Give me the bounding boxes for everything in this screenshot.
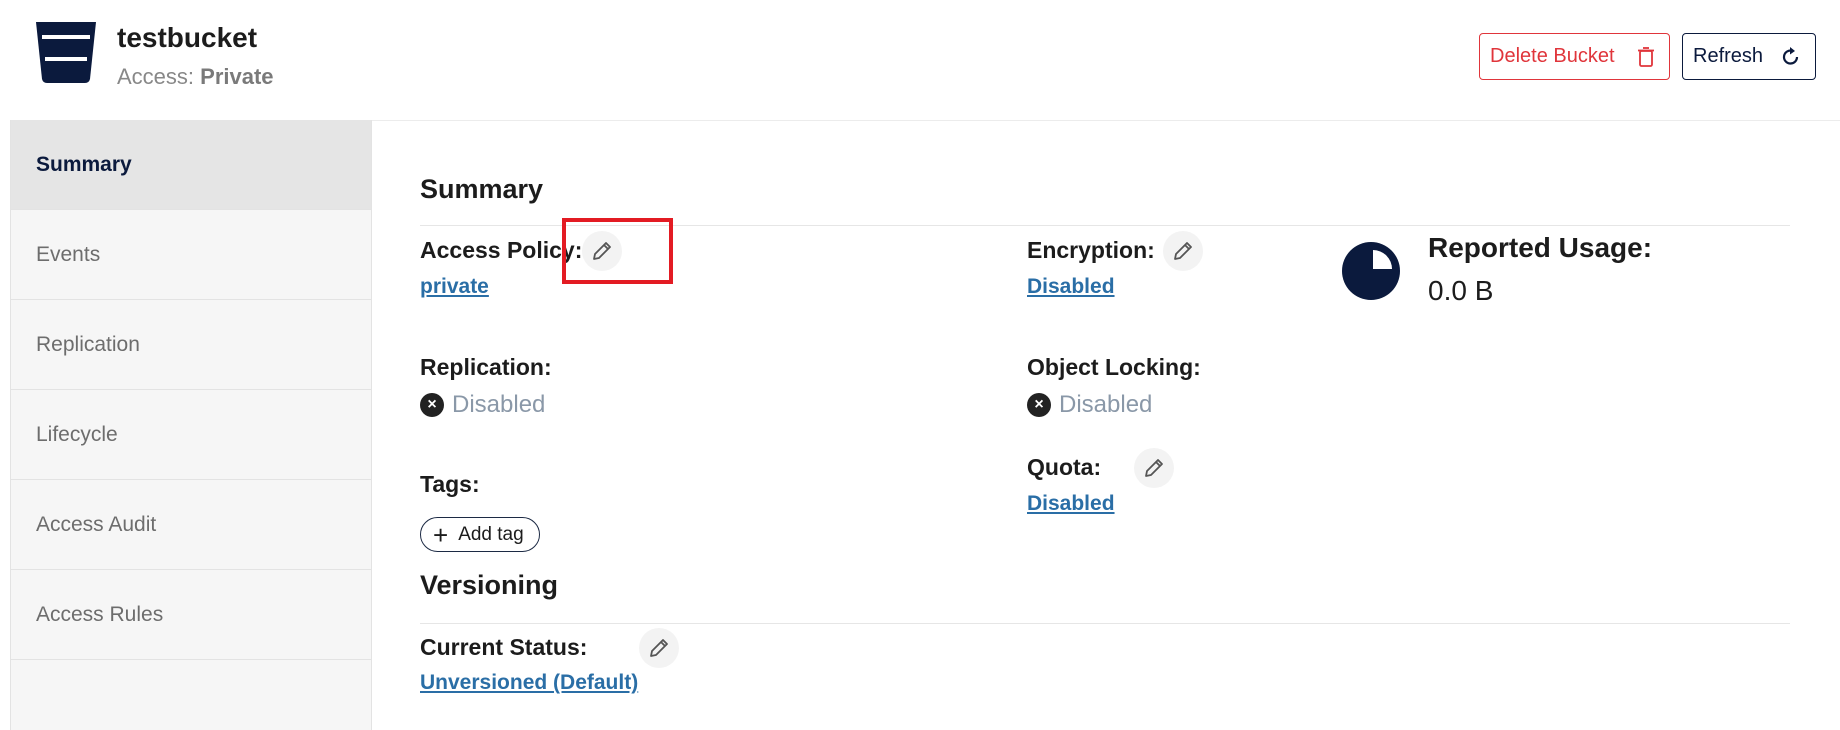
x-circle-icon: × <box>1027 393 1051 417</box>
versioning-status-link[interactable]: Unversioned (Default) <box>420 671 638 695</box>
highlight-box <box>562 218 673 284</box>
reported-usage-value: 0.0 B <box>1428 275 1494 306</box>
access-policy-label: Access Policy: <box>420 237 583 263</box>
encryption-label: Encryption: <box>1027 237 1155 263</box>
access-label: Access: <box>117 64 195 89</box>
sidebar-item-summary[interactable]: Summary <box>11 120 371 210</box>
current-status-label: Current Status: <box>420 634 588 660</box>
plus-icon: + <box>433 519 449 550</box>
sidebar-item-access-rules[interactable]: Access Rules <box>11 570 371 660</box>
sidebar-item-lifecycle[interactable]: Lifecycle <box>11 390 371 480</box>
x-circle-icon: × <box>420 393 444 417</box>
object-locking-value: Disabled <box>1059 391 1153 418</box>
reported-usage-label: Reported Usage: <box>1428 232 1653 263</box>
access-status: Access: Private <box>117 64 274 90</box>
replication-status: × Disabled <box>420 391 545 419</box>
usage-pie-icon <box>1342 242 1400 300</box>
versioning-title: Versioning <box>420 570 559 600</box>
add-tag-button[interactable]: + Add tag <box>420 517 540 552</box>
object-locking-label: Object Locking: <box>1027 354 1201 380</box>
versioning-divider <box>420 623 1790 624</box>
object-locking-status: × Disabled <box>1027 391 1152 419</box>
summary-title: Summary <box>420 174 544 204</box>
refresh-button[interactable]: Refresh <box>1682 33 1816 80</box>
edit-versioning-button[interactable] <box>639 628 679 668</box>
bucket-name: testbucket <box>117 22 258 53</box>
pencil-icon <box>1145 459 1163 477</box>
bucket-header: testbucket Access: Private Delete Bucket… <box>0 0 1840 120</box>
refresh-label: Refresh <box>1693 45 1764 67</box>
replication-value: Disabled <box>452 391 546 418</box>
pencil-icon <box>650 639 668 657</box>
add-tag-label: Add tag <box>458 523 524 545</box>
delete-bucket-label: Delete Bucket <box>1490 45 1615 67</box>
sidebar-item-events[interactable]: Events <box>11 210 371 300</box>
content-divider <box>372 120 1840 121</box>
edit-quota-button[interactable] <box>1134 448 1174 488</box>
pencil-icon <box>1174 242 1192 260</box>
tags-label: Tags: <box>420 471 480 497</box>
bucket-sidebar: Summary Events Replication Lifecycle Acc… <box>10 120 372 730</box>
delete-bucket-button[interactable]: Delete Bucket <box>1479 33 1670 80</box>
bucket-icon <box>36 22 96 83</box>
sidebar-item-replication[interactable]: Replication <box>11 300 371 390</box>
sidebar-item-access-audit[interactable]: Access Audit <box>11 480 371 570</box>
quota-link[interactable]: Disabled <box>1027 492 1115 516</box>
encryption-link[interactable]: Disabled <box>1027 275 1115 299</box>
trash-icon <box>1638 47 1654 67</box>
access-value: Private <box>200 64 274 89</box>
edit-encryption-button[interactable] <box>1163 231 1203 271</box>
refresh-icon <box>1782 47 1799 65</box>
quota-label: Quota: <box>1027 454 1102 480</box>
replication-label: Replication: <box>420 354 552 380</box>
access-policy-link[interactable]: private <box>420 275 489 299</box>
